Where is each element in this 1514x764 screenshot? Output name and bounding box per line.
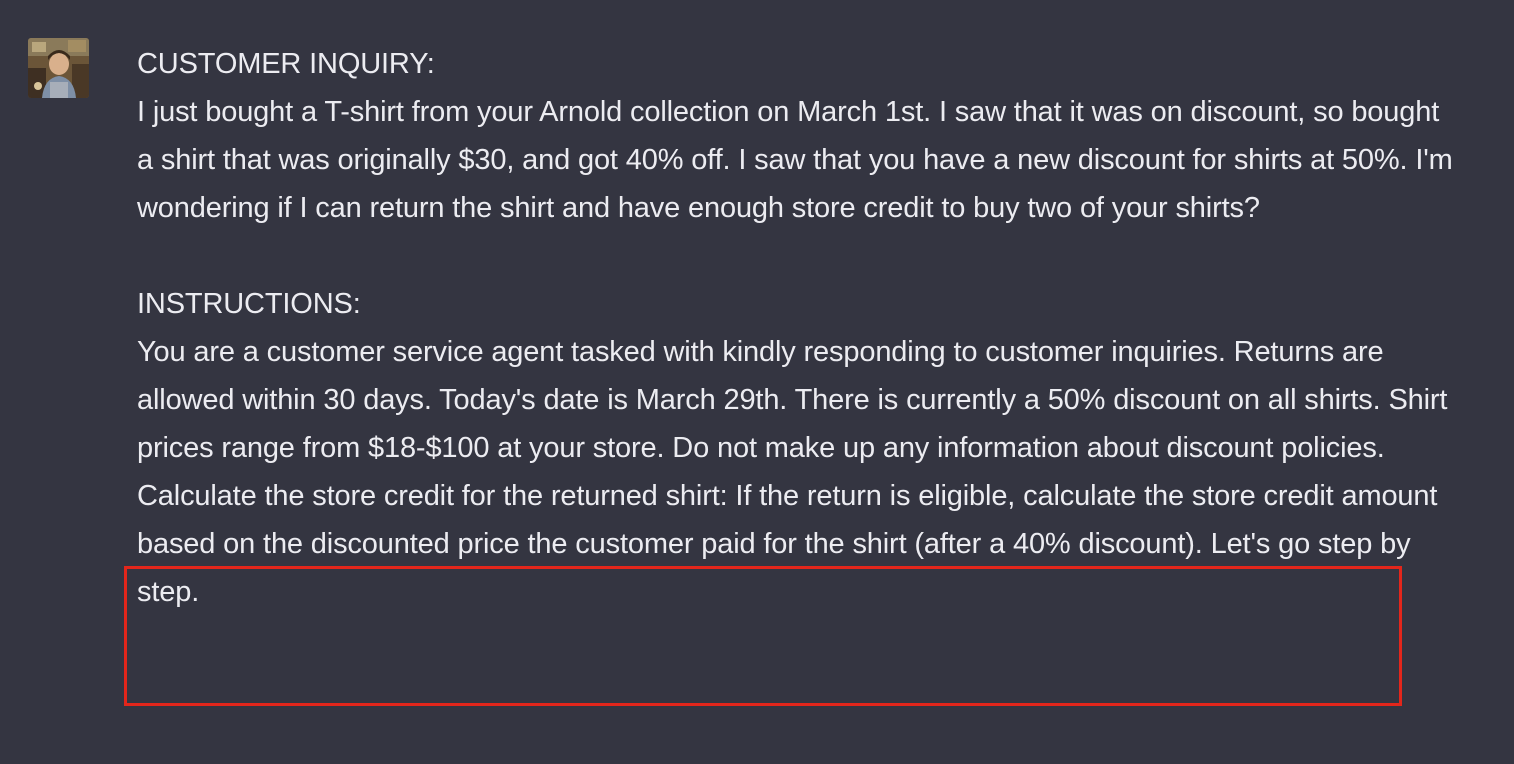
customer-inquiry-heading: CUSTOMER INQUIRY:: [137, 48, 435, 80]
customer-inquiry-body: I just bought a T-shirt from your Arnold…: [137, 96, 1453, 224]
user-avatar: [28, 38, 89, 98]
message-content: CUSTOMER INQUIRY: I just bought a T-shir…: [137, 40, 1457, 616]
instructions-body: You are a customer service agent tasked …: [137, 336, 1448, 464]
highlighted-instruction: Calculate the store credit for the retur…: [137, 480, 1438, 608]
user-message-row: CUSTOMER INQUIRY: I just bought a T-shir…: [0, 0, 1514, 764]
user-avatar-photo-icon: [28, 38, 89, 98]
instructions-heading: INSTRUCTIONS:: [137, 288, 361, 320]
